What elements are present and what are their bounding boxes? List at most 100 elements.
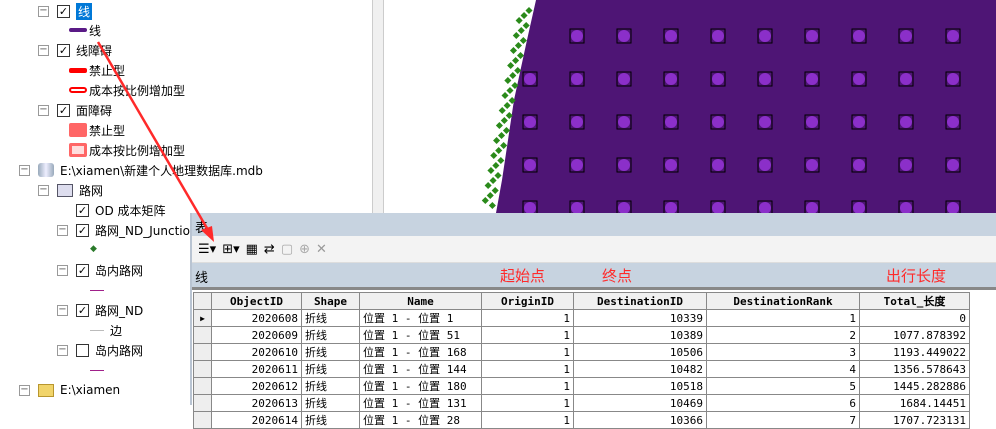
table-cell[interactable]: 折线	[301, 360, 360, 378]
dataset-item[interactable]: 路网	[79, 182, 103, 199]
checkbox[interactable]: ✓	[57, 103, 70, 117]
table-cell[interactable]: 位置 1 - 位置 180	[359, 377, 482, 395]
table-cell[interactable]: 2	[706, 326, 860, 344]
table-cell[interactable]: 位置 1 - 位置 168	[359, 343, 482, 361]
delete-icon[interactable]: ✕	[316, 242, 327, 257]
table-cell[interactable]: 1445.282886	[859, 377, 970, 395]
layer-network-dataset[interactable]: 路网_ND	[95, 302, 143, 319]
table-cell[interactable]: 10339	[573, 309, 707, 327]
table-cell[interactable]: 2020608	[211, 309, 302, 327]
table-cell[interactable]: 折线	[301, 394, 360, 412]
table-cell[interactable]: 10389	[573, 326, 707, 344]
table-cell[interactable]: 1707.723131	[859, 411, 970, 429]
table-cell[interactable]: 5	[706, 377, 860, 395]
table-options-icon[interactable]: ☰▾	[198, 242, 216, 257]
row-selector[interactable]	[193, 326, 212, 344]
table-cell[interactable]: 折线	[301, 309, 360, 327]
row-selector[interactable]	[193, 394, 212, 412]
table-cell[interactable]: 1	[481, 343, 574, 361]
table-cell[interactable]: 位置 1 - 位置 28	[359, 411, 482, 429]
layer-island-roads-2[interactable]: 岛内路网	[95, 342, 143, 359]
layer-line-barriers[interactable]: 线障碍	[76, 42, 112, 59]
column-header[interactable]: DestinationRank	[706, 292, 860, 310]
table-cell[interactable]: 1	[481, 411, 574, 429]
clear-selection-icon[interactable]: ▢	[281, 242, 293, 257]
row-selector[interactable]	[193, 377, 212, 395]
collapse-icon[interactable]: −	[57, 224, 68, 236]
column-header[interactable]: ObjectID	[211, 292, 302, 310]
table-row[interactable]: 2020611 折线 位置 1 - 位置 144 1 10482 4 1356.578643	[193, 360, 970, 378]
collapse-icon[interactable]: −	[38, 5, 49, 17]
table-row[interactable]: 2020609 折线 位置 1 - 位置 51 1 10389 2 1077.878392	[193, 326, 970, 344]
zoom-to-selected-icon[interactable]: ⊕	[299, 242, 310, 257]
collapse-icon[interactable]: −	[57, 264, 68, 276]
table-cell[interactable]: 2020609	[211, 326, 302, 344]
table-cell[interactable]: 10482	[573, 360, 707, 378]
checkbox[interactable]: ✓	[76, 223, 89, 237]
checkbox[interactable]: ✓	[57, 4, 70, 18]
row-selector[interactable]	[193, 360, 212, 378]
column-header[interactable]: Shape	[301, 292, 360, 310]
table-cell[interactable]: 1356.578643	[859, 360, 970, 378]
select-by-attributes-icon[interactable]: ▦	[246, 242, 258, 257]
table-row[interactable]: 2020613 折线 位置 1 - 位置 131 1 10469 6 1684.14451	[193, 394, 970, 412]
related-tables-icon[interactable]: ⊞▾	[222, 242, 239, 257]
table-cell[interactable]: 1	[481, 377, 574, 395]
collapse-icon[interactable]: −	[19, 164, 30, 176]
table-row[interactable]: ▶ 2020608 折线 位置 1 - 位置 1 1 10339 1 0	[193, 309, 970, 327]
table-row[interactable]: 2020610 折线 位置 1 - 位置 168 1 10506 3 1193.449022	[193, 343, 970, 361]
table-row[interactable]: 2020612 折线 位置 1 - 位置 180 1 10518 5 1445.282886	[193, 377, 970, 395]
table-cell[interactable]: 10366	[573, 411, 707, 429]
collapse-icon[interactable]: −	[38, 104, 49, 116]
layer-polygon-barriers[interactable]: 面障碍	[76, 102, 112, 119]
table-cell[interactable]: 10506	[573, 343, 707, 361]
collapse-icon[interactable]: −	[38, 44, 49, 56]
splitter[interactable]	[372, 0, 384, 213]
checkbox[interactable]: ✓	[57, 43, 70, 57]
table-cell[interactable]: 折线	[301, 343, 360, 361]
table-cell[interactable]: 1	[481, 360, 574, 378]
checkbox[interactable]	[76, 343, 89, 357]
table-cell[interactable]: 10518	[573, 377, 707, 395]
collapse-icon[interactable]: −	[57, 304, 68, 316]
map-view[interactable]	[384, 0, 996, 213]
row-selector[interactable]	[193, 411, 212, 429]
table-cell[interactable]: 1	[706, 309, 860, 327]
table-cell[interactable]: 2020613	[211, 394, 302, 412]
table-cell[interactable]: 2020614	[211, 411, 302, 429]
column-header[interactable]: Name	[359, 292, 482, 310]
column-header[interactable]: Total_长度	[859, 292, 970, 310]
table-cell[interactable]: 0	[859, 309, 970, 327]
table-cell[interactable]: 1077.878392	[859, 326, 970, 344]
table-cell[interactable]: 折线	[301, 377, 360, 395]
table-row[interactable]: 2020614 折线 位置 1 - 位置 28 1 10366 7 1707.723131	[193, 411, 970, 429]
table-cell[interactable]: 10469	[573, 394, 707, 412]
checkbox[interactable]: ✓	[76, 303, 89, 317]
layer-island-roads[interactable]: 岛内路网	[95, 262, 143, 279]
collapse-icon[interactable]: −	[38, 184, 49, 196]
table-cell[interactable]: 位置 1 - 位置 131	[359, 394, 482, 412]
checkbox[interactable]: ✓	[76, 263, 89, 277]
column-header[interactable]: DestinationID	[573, 292, 707, 310]
table-cell[interactable]: 1	[481, 326, 574, 344]
table-cell[interactable]: 1	[481, 309, 574, 327]
checkbox[interactable]: ✓	[76, 203, 89, 217]
table-cell[interactable]: 1	[481, 394, 574, 412]
table-cell[interactable]: 折线	[301, 326, 360, 344]
table-cell[interactable]: 位置 1 - 位置 1	[359, 309, 482, 327]
row-selector[interactable]	[193, 343, 212, 361]
table-cell[interactable]: 6	[706, 394, 860, 412]
table-cell[interactable]: 位置 1 - 位置 51	[359, 326, 482, 344]
collapse-icon[interactable]: −	[57, 344, 68, 356]
table-cell[interactable]: 3	[706, 343, 860, 361]
table-cell[interactable]: 折线	[301, 411, 360, 429]
table-cell[interactable]: 位置 1 - 位置 144	[359, 360, 482, 378]
layer-od-matrix[interactable]: OD 成本矩阵	[95, 202, 166, 219]
table-cell[interactable]: 1193.449022	[859, 343, 970, 361]
table-cell[interactable]: 2020612	[211, 377, 302, 395]
switch-selection-icon[interactable]: ⇄	[264, 242, 275, 257]
row-selector[interactable]: ▶	[193, 309, 212, 327]
folder-item[interactable]: E:\xiamen	[60, 383, 120, 397]
geodatabase-item[interactable]: E:\xiamen\新建个人地理数据库.mdb	[60, 162, 263, 179]
layer-junctions[interactable]: 路网_ND_Junctio	[95, 222, 190, 239]
